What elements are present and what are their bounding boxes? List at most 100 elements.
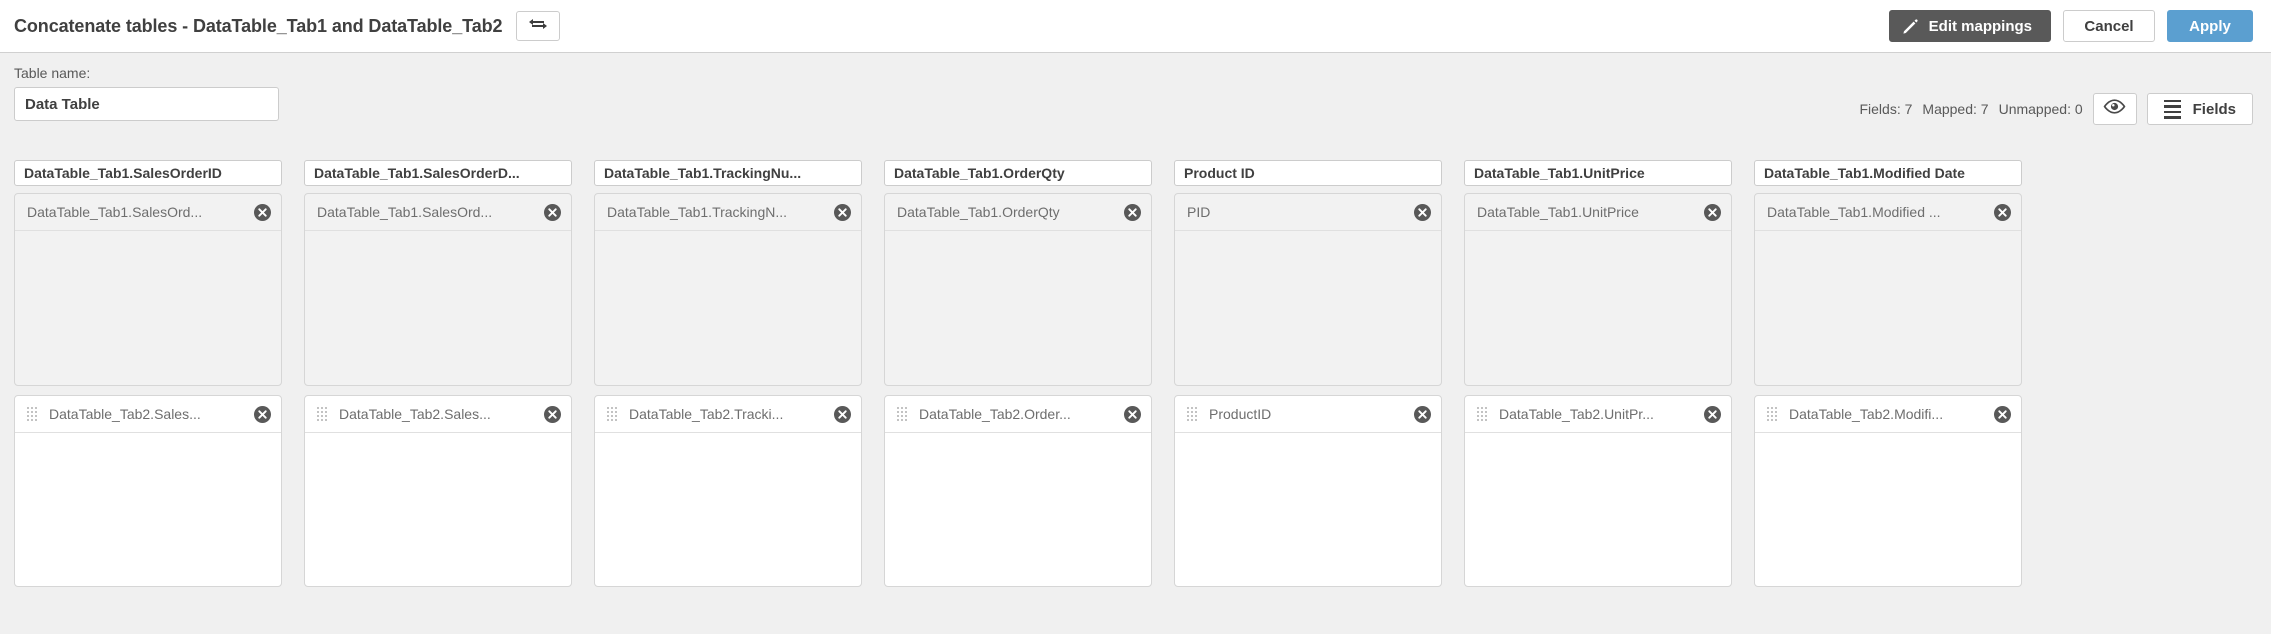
remove-field-button[interactable] xyxy=(1994,405,2011,423)
source-panel-table2: DataTable_Tab2.Order... xyxy=(884,395,1152,587)
source-panel-table1: DataTable_Tab1.SalesOrd... xyxy=(14,193,282,386)
table-name-label: Table name: xyxy=(14,65,91,81)
field-chip-label: DataTable_Tab1.SalesOrd... xyxy=(27,204,203,220)
drag-handle-icon[interactable] xyxy=(897,407,908,421)
field-chip-label: DataTable_Tab2.Order... xyxy=(919,406,1071,422)
field-chip[interactable]: DataTable_Tab2.Order... xyxy=(885,396,1151,433)
source-panel-table2: DataTable_Tab2.Modifi... xyxy=(1754,395,2022,587)
hamburger-icon xyxy=(2163,99,2181,119)
field-chip-label: DataTable_Tab2.UnitPr... xyxy=(1499,406,1654,422)
table-name-input[interactable] xyxy=(14,87,279,121)
remove-field-button[interactable] xyxy=(1124,405,1141,423)
drag-handle-icon[interactable] xyxy=(317,407,328,421)
column-header[interactable]: DataTable_Tab1.UnitPrice xyxy=(1464,160,1732,186)
source-panel-table2: DataTable_Tab2.Tracki... xyxy=(594,395,862,587)
field-chip-label: DataTable_Tab2.Tracki... xyxy=(629,406,784,422)
field-chip[interactable]: DataTable_Tab2.Modifi... xyxy=(1755,396,2021,433)
swap-arrows-icon xyxy=(528,16,548,37)
remove-field-button[interactable] xyxy=(1704,203,1721,221)
remove-field-button[interactable] xyxy=(544,405,561,423)
drag-handle-icon[interactable] xyxy=(27,407,38,421)
mapping-column: DataTable_Tab1.UnitPrice DataTable_Tab1.U… xyxy=(1464,160,1732,587)
field-chip[interactable]: ProductID xyxy=(1175,396,1441,433)
drag-handle-icon[interactable] xyxy=(1187,407,1198,421)
eye-icon xyxy=(2103,99,2126,119)
field-chip[interactable]: DataTable_Tab1.SalesOrd... xyxy=(15,194,281,231)
drag-handle-icon[interactable] xyxy=(1477,407,1488,421)
remove-field-button[interactable] xyxy=(834,405,851,423)
remove-field-button[interactable] xyxy=(1414,405,1431,423)
field-chip-label: DataTable_Tab2.Modifi... xyxy=(1789,406,1944,422)
source-panel-table1: DataTable_Tab1.TrackingN... xyxy=(594,193,862,386)
column-header[interactable]: DataTable_Tab1.SalesOrderID xyxy=(14,160,282,186)
field-chip-label: DataTable_Tab1.SalesOrd... xyxy=(317,204,493,220)
apply-button[interactable]: Apply xyxy=(2167,10,2253,42)
remove-field-button[interactable] xyxy=(1124,203,1141,221)
table-name-section: Table name: Fields: 7 Mapped: 7 Unmapped… xyxy=(0,53,2271,125)
field-chip-label: DataTable_Tab1.UnitPrice xyxy=(1477,204,1639,220)
field-chip[interactable]: DataTable_Tab2.Tracki... xyxy=(595,396,861,433)
mapping-column: DataTable_Tab1.OrderQty DataTable_Tab1.Or… xyxy=(884,160,1152,587)
remove-field-button[interactable] xyxy=(1994,203,2011,221)
dialog-header-bar: Concatenate tables - DataTable_Tab1 and … xyxy=(0,0,2271,53)
edit-mappings-label: Edit mappings xyxy=(1928,17,2032,35)
edit-mappings-button[interactable]: Edit mappings xyxy=(1888,10,2051,42)
source-panel-table2: DataTable_Tab2.Sales... xyxy=(14,395,282,587)
field-chip[interactable]: DataTable_Tab1.SalesOrd... xyxy=(305,194,571,231)
mapping-column: DataTable_Tab1.SalesOrderID DataTable_Tab… xyxy=(14,160,282,587)
field-chip[interactable]: DataTable_Tab2.UnitPr... xyxy=(1465,396,1731,433)
source-panel-table1: PID xyxy=(1174,193,1442,386)
remove-field-button[interactable] xyxy=(544,203,561,221)
field-chip-label: DataTable_Tab1.TrackingN... xyxy=(607,204,788,220)
cancel-button[interactable]: Cancel xyxy=(2063,10,2155,42)
drag-handle-icon[interactable] xyxy=(1767,407,1778,421)
fields-button[interactable]: Fields xyxy=(2146,93,2253,125)
mapping-column: DataTable_Tab1.SalesOrderD... DataTable_T… xyxy=(304,160,572,587)
field-chip[interactable]: PID xyxy=(1175,194,1441,231)
column-header[interactable]: DataTable_Tab1.OrderQty xyxy=(884,160,1152,186)
field-chip-label: DataTable_Tab1.Modified ... xyxy=(1767,204,1941,220)
fields-status-bar: Fields: 7 Mapped: 7 Unmapped: 0 Fields xyxy=(1859,93,2253,125)
source-panel-table2: DataTable_Tab2.Sales... xyxy=(304,395,572,587)
mapping-column: DataTable_Tab1.TrackingNu... DataTable_Ta… xyxy=(594,160,862,587)
pencil-icon xyxy=(1902,18,1919,35)
field-chip[interactable]: DataTable_Tab1.Modified ... xyxy=(1755,194,2021,231)
source-panel-table1: DataTable_Tab1.Modified ... xyxy=(1754,193,2022,386)
remove-field-button[interactable] xyxy=(1414,203,1431,221)
remove-field-button[interactable] xyxy=(254,405,271,423)
remove-field-button[interactable] xyxy=(1704,405,1721,423)
mapped-count-label: Mapped: 7 xyxy=(1922,101,1989,117)
field-chip-label: DataTable_Tab2.Sales... xyxy=(339,406,491,422)
field-chip[interactable]: DataTable_Tab2.Sales... xyxy=(15,396,281,433)
source-panel-table1: DataTable_Tab1.SalesOrd... xyxy=(304,193,572,386)
column-header[interactable]: DataTable_Tab1.Modified Date xyxy=(1754,160,2022,186)
field-chip-label: PID xyxy=(1187,204,1211,220)
source-panel-table2: ProductID xyxy=(1174,395,1442,587)
field-mapping-grid: DataTable_Tab1.SalesOrderID DataTable_Tab… xyxy=(14,160,2022,587)
field-chip-label: DataTable_Tab1.OrderQty xyxy=(897,204,1060,220)
source-panel-table1: DataTable_Tab1.OrderQty xyxy=(884,193,1152,386)
swap-tables-button[interactable] xyxy=(516,11,561,41)
field-chip-label: ProductID xyxy=(1209,406,1272,422)
fields-button-label: Fields xyxy=(2192,100,2236,118)
drag-handle-icon[interactable] xyxy=(607,407,618,421)
column-header[interactable]: DataTable_Tab1.SalesOrderD... xyxy=(304,160,572,186)
column-header[interactable]: Product ID xyxy=(1174,160,1442,186)
column-header[interactable]: DataTable_Tab1.TrackingNu... xyxy=(594,160,862,186)
field-chip-label: DataTable_Tab2.Sales... xyxy=(49,406,201,422)
header-actions: Edit mappings Cancel Apply xyxy=(1888,10,2253,42)
field-chip[interactable]: DataTable_Tab2.Sales... xyxy=(305,396,571,433)
field-chip[interactable]: DataTable_Tab1.OrderQty xyxy=(885,194,1151,231)
remove-field-button[interactable] xyxy=(254,203,271,221)
unmapped-count-label: Unmapped: 0 xyxy=(1998,101,2083,117)
source-panel-table2: DataTable_Tab2.UnitPr... xyxy=(1464,395,1732,587)
page-title: Concatenate tables - DataTable_Tab1 and … xyxy=(14,15,503,36)
fields-count-label: Fields: 7 xyxy=(1859,101,1913,117)
preview-toggle-button[interactable] xyxy=(2092,93,2137,125)
field-chip[interactable]: DataTable_Tab1.UnitPrice xyxy=(1465,194,1731,231)
field-chip[interactable]: DataTable_Tab1.TrackingN... xyxy=(595,194,861,231)
mapping-column: Product ID PID ProductID xyxy=(1174,160,1442,587)
mapping-column: DataTable_Tab1.Modified Date DataTable_Ta… xyxy=(1754,160,2022,587)
remove-field-button[interactable] xyxy=(834,203,851,221)
source-panel-table1: DataTable_Tab1.UnitPrice xyxy=(1464,193,1732,386)
